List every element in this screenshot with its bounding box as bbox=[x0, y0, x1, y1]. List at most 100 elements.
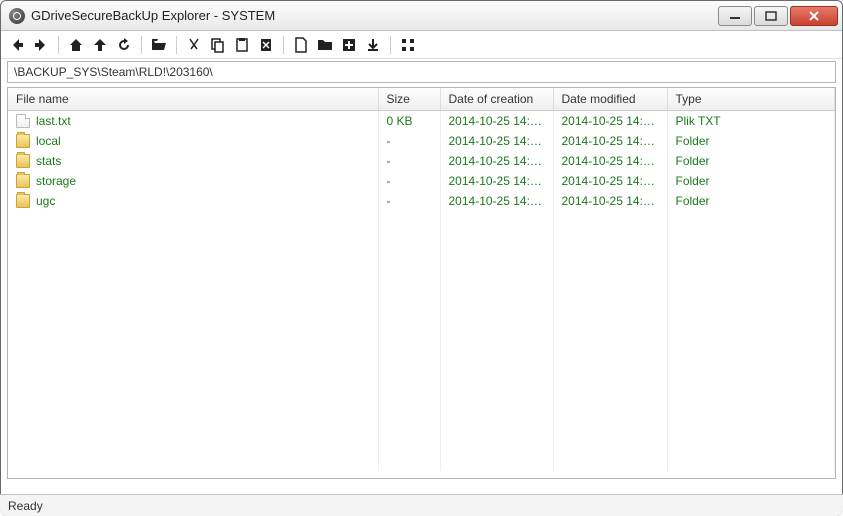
file-modified: 2014-10-25 14:3... bbox=[553, 111, 667, 131]
titlebar: GDriveSecureBackUp Explorer - SYSTEM bbox=[1, 1, 842, 31]
file-icon bbox=[293, 37, 309, 53]
file-type: Folder bbox=[667, 151, 835, 171]
file-created: 2014-10-25 14:3... bbox=[440, 111, 553, 131]
open-button[interactable] bbox=[149, 35, 169, 55]
file-table-container[interactable]: File name Size Date of creation Date mod… bbox=[7, 87, 836, 479]
empty-row bbox=[8, 431, 835, 451]
file-icon bbox=[16, 114, 30, 128]
arrow-up-icon bbox=[92, 37, 108, 53]
file-modified: 2014-10-25 14:3... bbox=[553, 191, 667, 211]
file-size: - bbox=[378, 131, 440, 151]
minimize-icon bbox=[729, 11, 741, 21]
grid-view-button[interactable] bbox=[398, 35, 418, 55]
path-input[interactable] bbox=[7, 61, 836, 83]
copy-button[interactable] bbox=[208, 35, 228, 55]
folder-open-icon bbox=[151, 37, 167, 53]
status-bar: Ready bbox=[0, 494, 843, 516]
scissors-icon bbox=[186, 37, 202, 53]
empty-row bbox=[8, 291, 835, 311]
empty-row bbox=[8, 251, 835, 271]
column-header-created[interactable]: Date of creation bbox=[440, 88, 553, 111]
column-header-type[interactable]: Type bbox=[667, 88, 835, 111]
table-row[interactable]: local-2014-10-25 14:3...2014-10-25 14:3.… bbox=[8, 131, 835, 151]
folder-icon bbox=[16, 194, 30, 208]
empty-row bbox=[8, 331, 835, 351]
file-type: Plik TXT bbox=[667, 111, 835, 131]
folder-icon bbox=[317, 37, 333, 53]
toolbar bbox=[1, 31, 842, 59]
file-size: - bbox=[378, 171, 440, 191]
file-name: stats bbox=[36, 154, 61, 168]
file-size: - bbox=[378, 151, 440, 171]
toolbar-separator bbox=[390, 36, 391, 54]
grid-icon bbox=[400, 37, 416, 53]
folder-icon bbox=[16, 134, 30, 148]
download-icon bbox=[365, 37, 381, 53]
up-button[interactable] bbox=[90, 35, 110, 55]
table-row[interactable]: ugc-2014-10-25 14:3...2014-10-25 14:3...… bbox=[8, 191, 835, 211]
column-header-modified[interactable]: Date modified bbox=[553, 88, 667, 111]
new-folder-button[interactable] bbox=[315, 35, 335, 55]
file-created: 2014-10-25 14:3... bbox=[440, 151, 553, 171]
empty-row bbox=[8, 311, 835, 331]
forward-button[interactable] bbox=[31, 35, 51, 55]
paste-icon bbox=[234, 37, 250, 53]
file-name: local bbox=[36, 134, 61, 148]
maximize-button[interactable] bbox=[754, 6, 788, 26]
close-icon bbox=[808, 11, 820, 21]
table-row[interactable]: storage-2014-10-25 14:3...2014-10-25 14:… bbox=[8, 171, 835, 191]
status-text: Ready bbox=[8, 499, 43, 513]
new-file-button[interactable] bbox=[291, 35, 311, 55]
download-button[interactable] bbox=[363, 35, 383, 55]
close-button[interactable] bbox=[790, 6, 838, 26]
app-icon bbox=[9, 8, 25, 24]
arrow-left-icon bbox=[9, 37, 25, 53]
empty-row bbox=[8, 351, 835, 371]
empty-row bbox=[8, 211, 835, 231]
table-row[interactable]: stats-2014-10-25 14:3...2014-10-25 14:3.… bbox=[8, 151, 835, 171]
file-type: Folder bbox=[667, 191, 835, 211]
empty-row bbox=[8, 411, 835, 431]
file-name: ugc bbox=[36, 194, 55, 208]
refresh-button[interactable] bbox=[114, 35, 134, 55]
back-button[interactable] bbox=[7, 35, 27, 55]
folder-icon bbox=[16, 154, 30, 168]
file-modified: 2014-10-25 14:3... bbox=[553, 151, 667, 171]
delete-button[interactable] bbox=[256, 35, 276, 55]
file-size: 0 KB bbox=[378, 111, 440, 131]
empty-row bbox=[8, 451, 835, 471]
arrow-right-icon bbox=[33, 37, 49, 53]
toolbar-separator bbox=[141, 36, 142, 54]
column-header-name[interactable]: File name bbox=[8, 88, 378, 111]
address-bar bbox=[7, 61, 836, 83]
file-created: 2014-10-25 14:3... bbox=[440, 171, 553, 191]
toolbar-separator bbox=[58, 36, 59, 54]
window-title: GDriveSecureBackUp Explorer - SYSTEM bbox=[31, 8, 716, 23]
file-name: last.txt bbox=[36, 114, 71, 128]
file-size: - bbox=[378, 191, 440, 211]
table-row[interactable]: last.txt0 KB2014-10-25 14:3...2014-10-25… bbox=[8, 111, 835, 131]
home-icon bbox=[68, 37, 84, 53]
file-modified: 2014-10-25 14:3... bbox=[553, 131, 667, 151]
delete-icon bbox=[258, 37, 274, 53]
empty-row bbox=[8, 271, 835, 291]
home-button[interactable] bbox=[66, 35, 86, 55]
file-modified: 2014-10-25 14:3... bbox=[553, 171, 667, 191]
column-header-size[interactable]: Size bbox=[378, 88, 440, 111]
empty-row bbox=[8, 231, 835, 251]
cut-button[interactable] bbox=[184, 35, 204, 55]
empty-row bbox=[8, 391, 835, 411]
file-table: File name Size Date of creation Date mod… bbox=[8, 88, 835, 471]
window-controls bbox=[716, 6, 838, 26]
empty-row bbox=[8, 371, 835, 391]
folder-icon bbox=[16, 174, 30, 188]
toolbar-separator bbox=[283, 36, 284, 54]
refresh-icon bbox=[116, 37, 132, 53]
add-button[interactable] bbox=[339, 35, 359, 55]
table-header-row: File name Size Date of creation Date mod… bbox=[8, 88, 835, 111]
file-type: Folder bbox=[667, 131, 835, 151]
plus-icon bbox=[341, 37, 357, 53]
minimize-button[interactable] bbox=[718, 6, 752, 26]
file-type: Folder bbox=[667, 171, 835, 191]
paste-button[interactable] bbox=[232, 35, 252, 55]
